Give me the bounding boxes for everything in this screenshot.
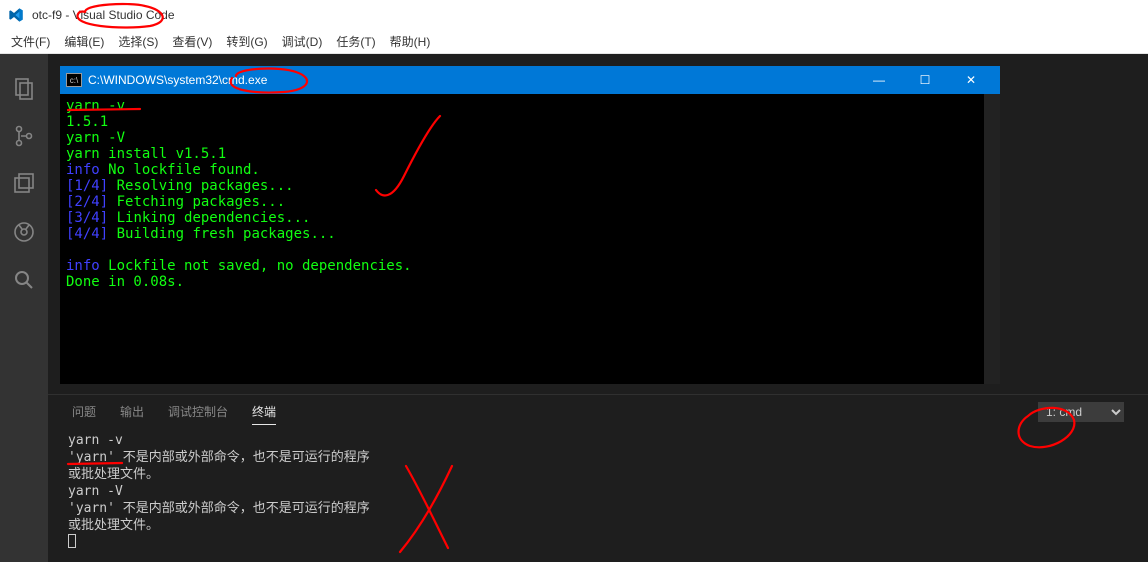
tab-terminal[interactable]: 终端: [252, 399, 276, 425]
cmd-scrollbar[interactable]: [984, 94, 1000, 384]
menu-file[interactable]: 文件(F): [4, 30, 57, 54]
menu-view[interactable]: 查看(V): [165, 30, 219, 54]
activity-bar: [0, 54, 48, 562]
terminal-line: yarn -v: [68, 432, 1128, 449]
window-titlebar: otc-f9 - Visual Studio Code: [0, 0, 1148, 30]
terminal-body[interactable]: yarn -v 'yarn' 不是内部或外部命令，也不是可运行的程序 或批处理文…: [48, 428, 1148, 562]
menu-goto[interactable]: 转到(G): [219, 30, 274, 54]
cmd-titlebar[interactable]: c:\ C:\WINDOWS\system32\cmd.exe — ☐ ✕: [60, 66, 1000, 94]
debug-icon[interactable]: [0, 160, 48, 208]
content-column: c:\ C:\WINDOWS\system32\cmd.exe — ☐ ✕ ya…: [48, 54, 1148, 562]
terminal-line: 'yarn' 不是内部或外部命令，也不是可运行的程序: [68, 500, 1128, 517]
cmd-line: info Lockfile not saved, no dependencies…: [66, 258, 994, 274]
maximize-button[interactable]: ☐: [902, 66, 948, 94]
bottom-panel: 问题 输出 调试控制台 终端 1: cmd yarn -v 'yarn' 不是内…: [48, 394, 1148, 562]
editor-region: c:\ C:\WINDOWS\system32\cmd.exe — ☐ ✕ ya…: [48, 54, 1148, 394]
close-button[interactable]: ✕: [948, 66, 994, 94]
cmd-line: yarn -v: [66, 98, 994, 114]
menu-bar: 文件(F) 编辑(E) 选择(S) 查看(V) 转到(G) 调试(D) 任务(T…: [0, 30, 1148, 54]
vscode-icon: [8, 7, 24, 23]
cmd-line: [4/4] Building fresh packages...: [66, 226, 994, 242]
cmd-line: [1/4] Resolving packages...: [66, 178, 994, 194]
explorer-icon[interactable]: [0, 64, 48, 112]
cmd-line: yarn -V: [66, 130, 994, 146]
cmd-line: yarn install v1.5.1: [66, 146, 994, 162]
cmd-line: info No lockfile found.: [66, 162, 994, 178]
cmd-icon: c:\: [66, 73, 82, 87]
terminal-line: yarn -V: [68, 483, 1128, 500]
terminal-selector[interactable]: 1: cmd: [1038, 402, 1124, 422]
minimize-button[interactable]: —: [856, 66, 902, 94]
extensions-icon[interactable]: [0, 208, 48, 256]
panel-tabs: 问题 输出 调试控制台 终端 1: cmd: [48, 394, 1148, 428]
menu-select[interactable]: 选择(S): [111, 30, 165, 54]
terminal-cursor-line: [68, 534, 1128, 553]
menu-edit[interactable]: 编辑(E): [57, 30, 111, 54]
cmd-body[interactable]: yarn -v 1.5.1 yarn -V yarn install v1.5.…: [60, 94, 1000, 384]
cmd-window: c:\ C:\WINDOWS\system32\cmd.exe — ☐ ✕ ya…: [60, 66, 1000, 384]
terminal-cursor: [68, 534, 76, 548]
tab-problems[interactable]: 问题: [72, 399, 96, 424]
terminal-line: 或批处理文件。: [68, 466, 1128, 483]
cmd-title: C:\WINDOWS\system32\cmd.exe: [88, 73, 856, 87]
menu-tasks[interactable]: 任务(T): [329, 30, 382, 54]
source-control-icon[interactable]: [0, 112, 48, 160]
cmd-line: Done in 0.08s.: [66, 274, 994, 290]
main-area: c:\ C:\WINDOWS\system32\cmd.exe — ☐ ✕ ya…: [0, 54, 1148, 562]
tab-debug-console[interactable]: 调试控制台: [168, 399, 228, 424]
cmd-blank: [66, 242, 994, 258]
terminal-line: 或批处理文件。: [68, 517, 1128, 534]
window-title: otc-f9 - Visual Studio Code: [32, 8, 175, 22]
cmd-line: [2/4] Fetching packages...: [66, 194, 994, 210]
cmd-window-controls: — ☐ ✕: [856, 66, 994, 94]
cmd-line: [3/4] Linking dependencies...: [66, 210, 994, 226]
menu-debug[interactable]: 调试(D): [275, 30, 330, 54]
menu-help[interactable]: 帮助(H): [383, 30, 438, 54]
search-icon[interactable]: [0, 256, 48, 304]
tab-output[interactable]: 输出: [120, 399, 144, 424]
cmd-line: 1.5.1: [66, 114, 994, 130]
terminal-line: 'yarn' 不是内部或外部命令，也不是可运行的程序: [68, 449, 1128, 466]
